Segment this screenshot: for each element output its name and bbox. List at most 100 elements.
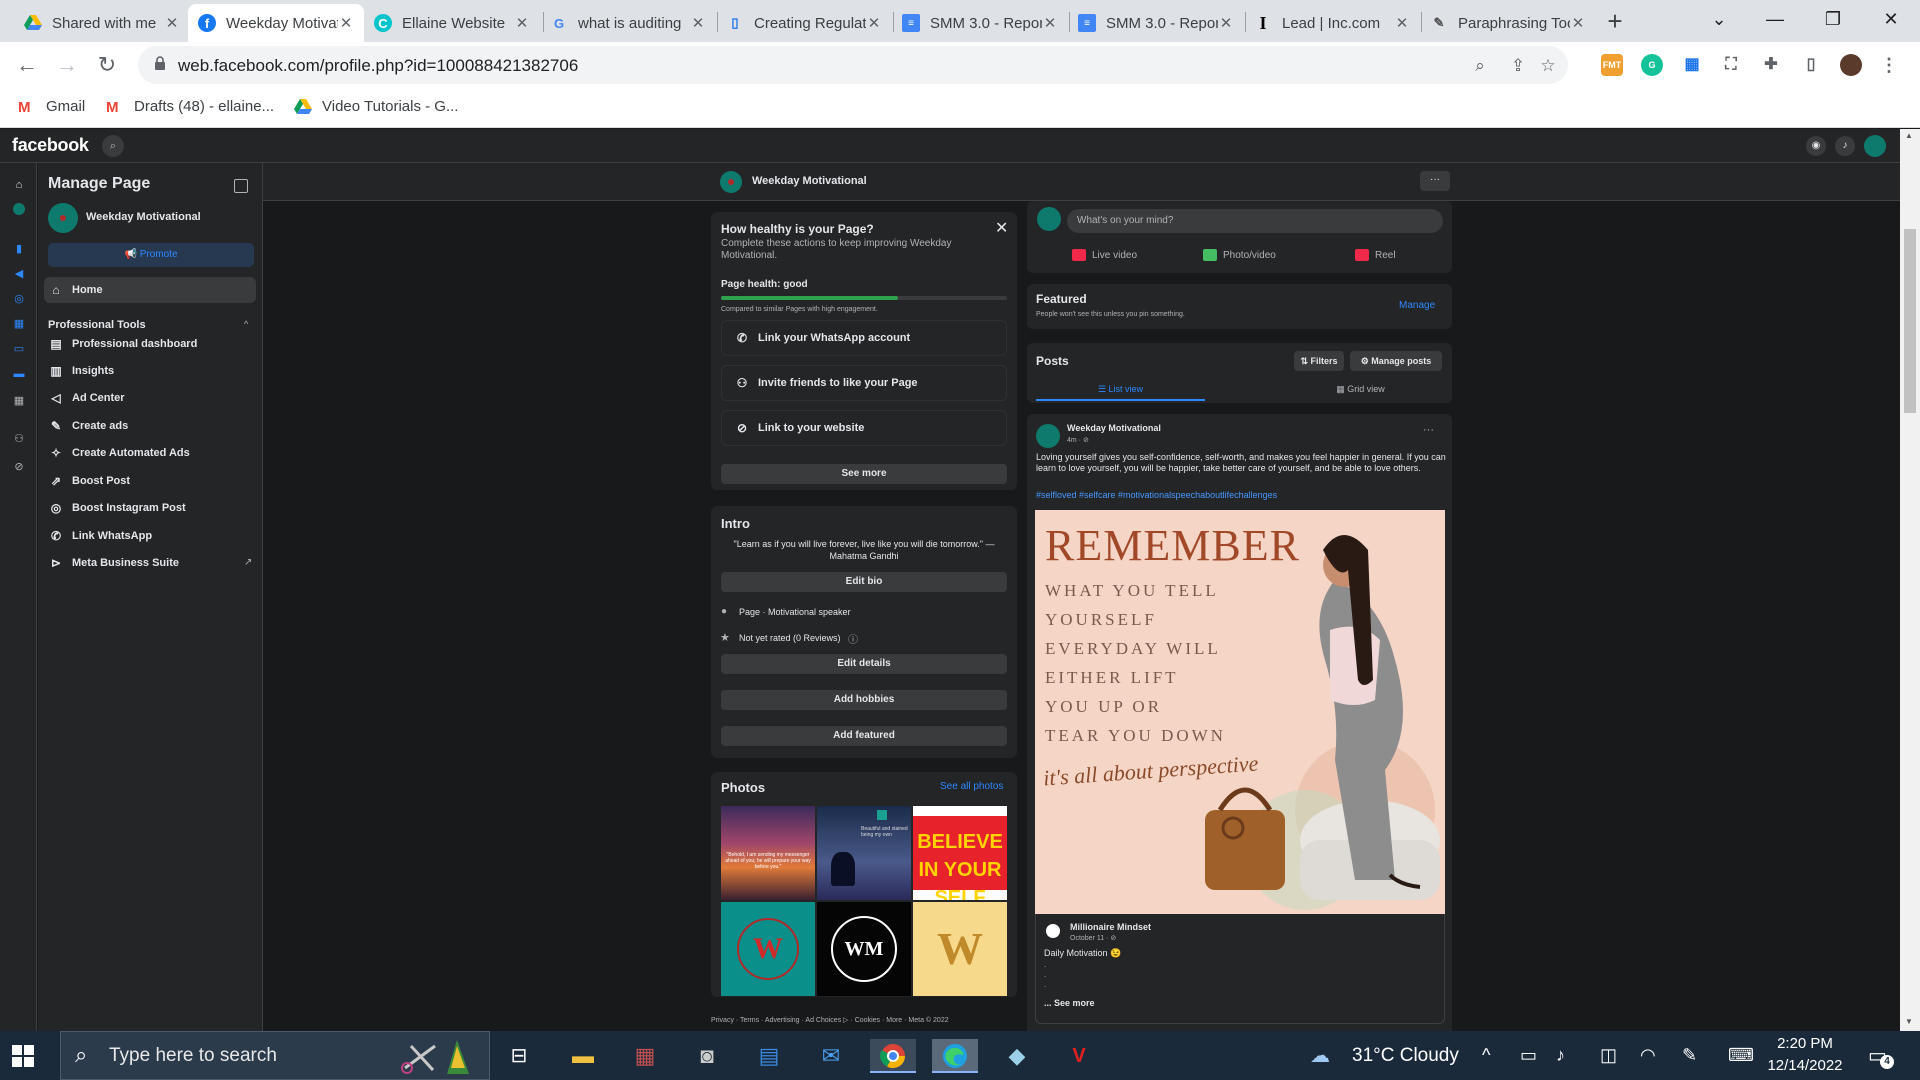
share-icon[interactable]: ⇪	[1508, 56, 1528, 76]
close-icon[interactable]: ✕	[995, 218, 1008, 238]
nav-create-automated-ads[interactable]: ✧ Create Automated Ads	[48, 445, 190, 461]
nav-insights[interactable]: ▥ Insights	[48, 363, 114, 379]
close-icon[interactable]: ✕	[1394, 14, 1410, 32]
close-icon[interactable]: ✕	[1042, 14, 1058, 32]
reload-icon[interactable]: ↻	[92, 50, 122, 80]
search-icon[interactable]: ⌕	[102, 135, 124, 157]
photo-thumbnail[interactable]: BELIEVE IN YOURSELF	[913, 806, 1007, 900]
profile-avatar[interactable]	[1840, 54, 1862, 76]
manage-featured-link[interactable]: Manage	[1399, 300, 1435, 311]
page-avatar[interactable]	[720, 171, 742, 193]
screenshot-extension-icon[interactable]: ⛶	[1720, 54, 1742, 76]
nav-boost-instagram-post[interactable]: ◎ Boost Instagram Post	[48, 500, 186, 516]
photo-thumbnail[interactable]: "Behold, I am sending my messenger ahead…	[721, 806, 815, 900]
page-avatar-icon[interactable]	[11, 203, 27, 219]
scrollbar-thumb[interactable]	[1904, 229, 1916, 413]
post-hashtags[interactable]: #selfloved #selfcare #motivationalspeech…	[1036, 490, 1446, 500]
grammarly-extension-icon[interactable]: G	[1641, 54, 1663, 76]
messenger-icon[interactable]: ◉	[1806, 136, 1826, 156]
side-panel-icon[interactable]: ▯	[1800, 54, 1822, 76]
nav-create-ads[interactable]: ✎ Create ads	[48, 418, 128, 434]
tab-weekday-motivational[interactable]: f Weekday Motivational ✕	[188, 4, 364, 42]
post-image[interactable]: REMEMBER WHAT YOU TELL YOURSELF EVERYDAY…	[1035, 510, 1445, 914]
collapse-panel-icon[interactable]	[234, 179, 248, 193]
keyboard-icon[interactable]: ⌨	[1728, 1045, 1754, 1066]
camera-icon[interactable]: ◙	[684, 1039, 730, 1073]
scroll-up-arrow-icon[interactable]: ▲	[1905, 131, 1913, 140]
live-video-button[interactable]: Live video	[1072, 249, 1137, 261]
facebook-logo[interactable]: facebook	[12, 135, 89, 156]
chevron-up-icon[interactable]: ^	[244, 319, 248, 329]
clock-time[interactable]: 2:20 PM	[1760, 1035, 1850, 1052]
restore-button[interactable]: ❐	[1810, 0, 1856, 40]
page-scrollbar[interactable]: ▲ ▼	[1900, 129, 1920, 1031]
filters-button[interactable]: ⇅ Filters	[1294, 351, 1344, 371]
shared-author-avatar[interactable]	[1044, 922, 1062, 940]
page-avatar[interactable]	[48, 203, 78, 233]
chrome-icon[interactable]	[870, 1039, 916, 1073]
chart-icon[interactable]: ▦	[11, 316, 27, 332]
nav-ad-center[interactable]: ◁ Ad Center	[48, 390, 124, 406]
notepad-icon[interactable]: ◆	[994, 1039, 1040, 1073]
see-all-photos-link[interactable]: See all photos	[940, 781, 1003, 792]
photo-thumbnail[interactable]: W	[913, 902, 1007, 996]
close-icon[interactable]: ✕	[1570, 14, 1586, 32]
link-website-action[interactable]: ⊘ Link to your website	[721, 410, 1007, 446]
link-whatsapp-action[interactable]: ✆ Link your WhatsApp account	[721, 320, 1007, 356]
more-options-button[interactable]: ···	[1420, 171, 1450, 191]
insights-icon[interactable]: ▮	[11, 241, 27, 257]
post-author-avatar[interactable]	[1036, 424, 1060, 448]
tab-smm-reports-1[interactable]: ≡ SMM 3.0 - Reports ✕	[892, 4, 1068, 42]
close-icon[interactable]: ✕	[866, 14, 882, 32]
tab-grid-view[interactable]: ▦ Grid view	[1276, 379, 1445, 401]
minimize-button[interactable]: —	[1752, 0, 1798, 40]
nav-professional-dashboard[interactable]: ▤ Professional dashboard	[48, 336, 197, 352]
nav-boost-post[interactable]: ⇗ Boost Post	[48, 473, 130, 489]
forward-arrow-icon[interactable]: →	[52, 50, 82, 80]
store-icon[interactable]: ▤	[746, 1039, 792, 1073]
pen-icon[interactable]: ✎	[1682, 1045, 1697, 1066]
megaphone-icon[interactable]: ◀	[11, 266, 27, 282]
page-header-name[interactable]: Weekday Motivational	[752, 175, 867, 187]
post-more-icon[interactable]: ···	[1423, 424, 1434, 436]
people-icon[interactable]: ⚇	[11, 431, 27, 447]
file-explorer-icon[interactable]: ▬	[560, 1039, 606, 1073]
post-author[interactable]: Weekday Motivational	[1067, 423, 1161, 433]
professional-tools-heading[interactable]: Professional Tools	[48, 319, 146, 331]
monitor-icon[interactable]: ▬	[11, 366, 27, 382]
vivaldi-icon[interactable]: V	[1056, 1039, 1102, 1073]
windows-start-icon[interactable]	[12, 1045, 34, 1067]
bookmark-drafts[interactable]: M Drafts (48) - ellaine...	[106, 98, 274, 116]
nav-home-label[interactable]: ⌂ Home	[48, 282, 102, 298]
tab-paraphrasing-tool[interactable]: ✎ Paraphrasing Tool ✕	[1420, 4, 1596, 42]
footer-links[interactable]: Privacy · Terms · Advertising · Ad Choic…	[711, 1016, 949, 1024]
inbox-icon[interactable]: ▭	[11, 341, 27, 357]
edit-bio-button[interactable]: Edit bio	[721, 572, 1007, 592]
reel-button[interactable]: Reel	[1355, 249, 1396, 261]
close-icon[interactable]: ✕	[514, 14, 530, 32]
grid-icon[interactable]: ▦	[11, 393, 27, 409]
new-tab-button[interactable]: +	[1600, 6, 1630, 36]
page-avatar[interactable]	[1037, 207, 1061, 231]
zoom-icon[interactable]: ⌕	[1470, 56, 1490, 76]
wifi-icon[interactable]: ◠	[1640, 1045, 1656, 1066]
close-icon[interactable]: ✕	[690, 14, 706, 32]
shared-post[interactable]: Millionaire Mindset October 11 · ⊘ Daily…	[1035, 914, 1445, 1024]
photo-thumbnail[interactable]: W	[721, 902, 815, 996]
close-icon[interactable]: ✕	[164, 14, 180, 32]
post-time[interactable]: 4m · ⊘	[1067, 436, 1089, 444]
weather-text[interactable]: 31°C Cloudy	[1352, 1045, 1459, 1067]
tab-ellaine-website[interactable]: C Ellaine Website ✕	[364, 4, 540, 42]
taskbar-search[interactable]: ⌕ Type here to search	[60, 1031, 490, 1080]
target-icon[interactable]: ◎	[11, 291, 27, 307]
meet-now-icon[interactable]: ◫	[1600, 1045, 1617, 1066]
nav-meta-business-suite[interactable]: ⊳ Meta Business Suite	[48, 555, 179, 571]
star-icon[interactable]: ☆	[1538, 56, 1558, 76]
kebab-menu-icon[interactable]: ⋮	[1878, 54, 1900, 76]
close-icon[interactable]: ✕	[1218, 14, 1234, 32]
add-hobbies-button[interactable]: Add hobbies	[721, 690, 1007, 710]
bookmark-gmail[interactable]: M Gmail	[18, 98, 85, 116]
page-name[interactable]: Weekday Motivational	[86, 211, 201, 223]
tab-smm-reports-2[interactable]: ≡ SMM 3.0 - Reports ✕	[1068, 4, 1244, 42]
winrar-icon[interactable]: ▦	[622, 1039, 668, 1073]
